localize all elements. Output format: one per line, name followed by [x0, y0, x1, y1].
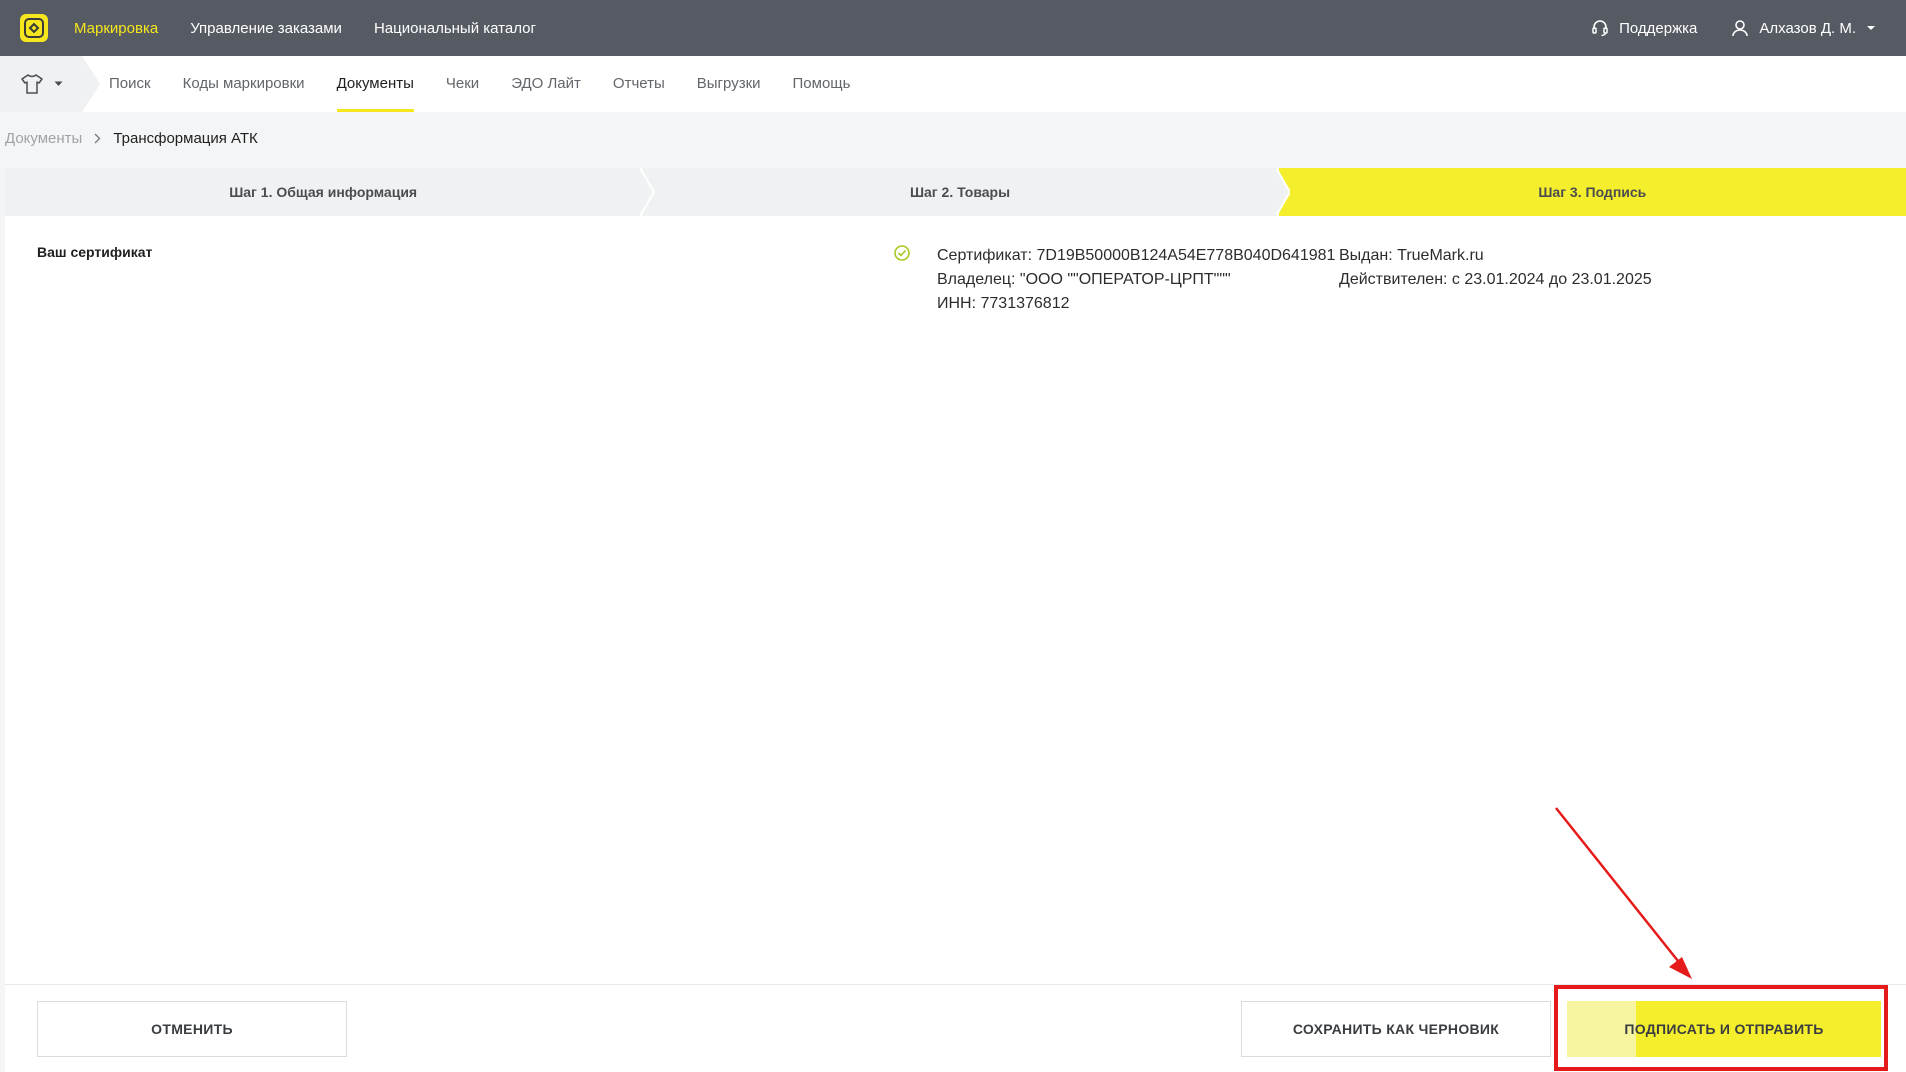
certificate-valid-period: Действителен: с 23.01.2024 до 23.01.2025: [1339, 271, 1652, 288]
step-label: Шаг 3. Подпись: [1538, 184, 1647, 200]
step-signature[interactable]: Шаг 3. Подпись: [1278, 168, 1906, 216]
certificate-details: Сертификат: 7D19B50000B124A54E778B040D64…: [937, 244, 1335, 316]
certificate-number: Сертификат: 7D19B50000B124A54E778B040D64…: [937, 247, 1336, 264]
sign-and-send-button[interactable]: ПОДПИСАТЬ И ОТПРАВИТЬ: [1567, 1001, 1881, 1057]
certificate-section-label: Ваш сертификат: [37, 244, 153, 260]
logo[interactable]: [20, 14, 48, 42]
step-label: Шаг 2. Товары: [909, 184, 1011, 200]
headset-icon: [1592, 20, 1608, 37]
category-selector[interactable]: [0, 56, 100, 112]
top-header: Маркировка Управление заказами Националь…: [0, 0, 1906, 56]
breadcrumb-current: Трансформация АТК: [113, 130, 258, 147]
sub-nav: Поиск Коды маркировки Документы Чеки ЭДО…: [109, 56, 850, 112]
certificate-validity: Выдан: TrueMark.ru Действителен: с 23.01…: [1339, 244, 1652, 292]
tab-documents[interactable]: Документы: [336, 56, 415, 112]
support-label: Поддержка: [1619, 19, 1698, 37]
tab-edo-lite[interactable]: ЭДО Лайт: [511, 56, 581, 112]
chevron-down-icon: [54, 81, 63, 86]
stepper: Шаг 1. Общая информация Шаг 2. Товары Ша…: [5, 168, 1906, 216]
tshirt-icon: [21, 74, 43, 94]
check-circle-icon[interactable]: [893, 244, 911, 262]
support-link[interactable]: Поддержка: [1591, 19, 1697, 37]
breadcrumb: Документы Трансформация АТК: [5, 130, 258, 147]
tab-reports[interactable]: Отчеты: [613, 56, 665, 112]
step-general-info[interactable]: Шаг 1. Общая информация: [5, 168, 655, 216]
save-draft-button[interactable]: СОХРАНИТЬ КАК ЧЕРНОВИК: [1241, 1001, 1551, 1057]
certificate-owner: Владелец: "ООО ""ОПЕРАТОР-ЦРПТ""": [937, 271, 1231, 288]
chevron-right-icon: [94, 133, 101, 144]
logo-icon: [24, 18, 44, 38]
cancel-button[interactable]: ОТМЕНИТЬ: [37, 1001, 347, 1057]
user-menu[interactable]: Алхазов Д. М.: [1731, 19, 1876, 37]
chevron-down-icon: [1867, 26, 1875, 30]
user-name: Алхазов Д. М.: [1759, 19, 1856, 37]
top-nav-catalog[interactable]: Национальный каталог: [374, 20, 536, 37]
tab-marking-codes[interactable]: Коды маркировки: [183, 56, 305, 112]
tab-search[interactable]: Поиск: [109, 56, 151, 112]
breadcrumb-documents[interactable]: Документы: [5, 130, 82, 147]
certificate-card: Ваш сертификат Сертификат: 7D19B50000B12…: [5, 216, 1906, 984]
user-icon: [1732, 20, 1749, 37]
tab-exports[interactable]: Выгрузки: [697, 56, 761, 112]
top-nav: Маркировка Управление заказами Националь…: [74, 20, 536, 37]
step-arrow-shape: [1275, 168, 1290, 216]
action-footer: ОТМЕНИТЬ СОХРАНИТЬ КАК ЧЕРНОВИК ПОДПИСАТ…: [5, 984, 1906, 1072]
step-products[interactable]: Шаг 2. Товары: [643, 168, 1290, 216]
tab-receipts[interactable]: Чеки: [446, 56, 479, 112]
top-nav-marking[interactable]: Маркировка: [74, 20, 158, 37]
step-label: Шаг 1. Общая информация: [229, 184, 418, 200]
step-arrow-shape: [640, 168, 655, 216]
top-nav-orders[interactable]: Управление заказами: [190, 20, 342, 37]
certificate-inn: ИНН: 7731376812: [937, 295, 1070, 312]
top-right-actions: Поддержка Алхазов Д. М.: [1591, 19, 1876, 37]
certificate-issuer: Выдан: TrueMark.ru: [1339, 247, 1484, 264]
sub-nav-bar: Поиск Коды маркировки Документы Чеки ЭДО…: [0, 56, 1906, 112]
tab-help[interactable]: Помощь: [793, 56, 851, 112]
